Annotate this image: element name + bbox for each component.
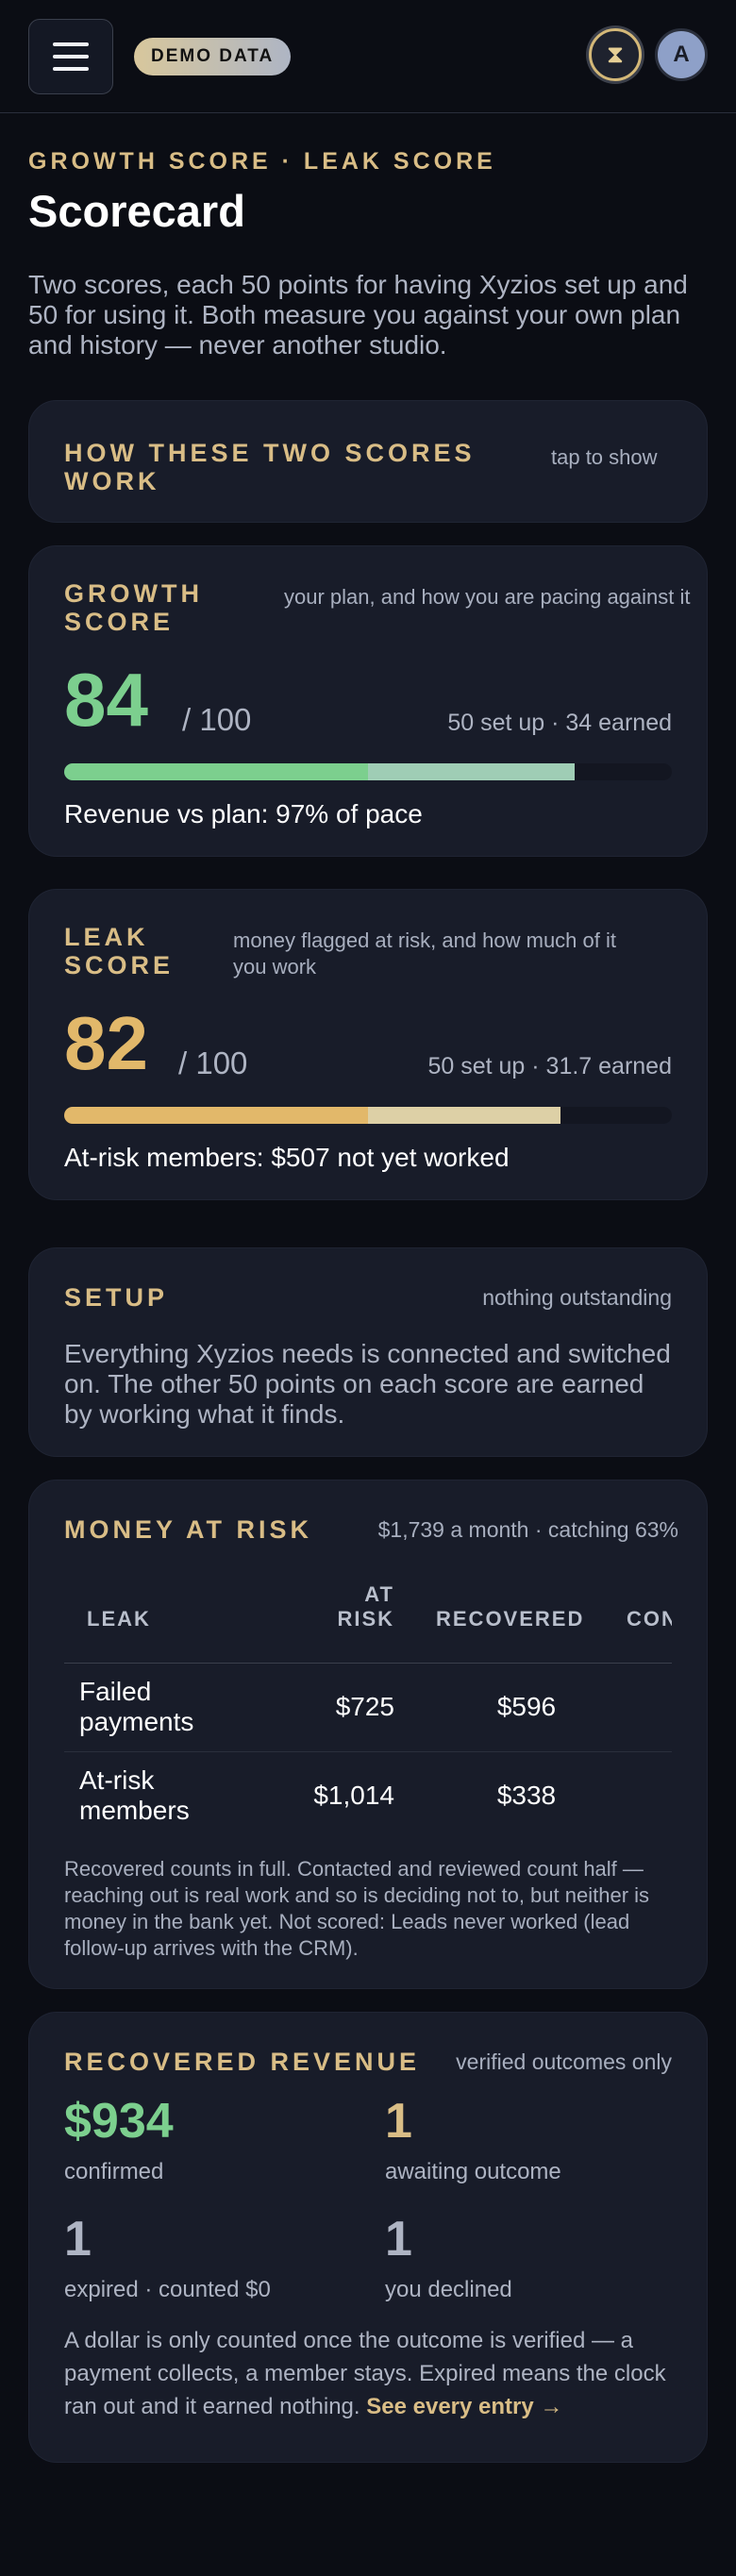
setup-hint: nothing outstanding: [482, 1285, 672, 1310]
at-risk-cell: $1,014: [313, 1781, 394, 1810]
leak-cell: At-risk members: [79, 1765, 190, 1825]
recovered-revenue-note: A dollar is only counted once the outcom…: [64, 2324, 677, 2423]
column-header-contacted: CON: [627, 1607, 672, 1631]
money-at-risk-hint: $1,739 a month · catching 63%: [377, 1517, 678, 1542]
leak-earned-segment: [368, 1107, 561, 1124]
confirmed-label: confirmed: [64, 2159, 164, 2184]
avatar[interactable]: A: [655, 28, 708, 81]
setup-label: SETUP: [64, 1283, 169, 1312]
recovered-cell: $338: [496, 1781, 557, 1810]
table-row: Failed payments $725 $596: [64, 1664, 672, 1752]
table-header: LEAK AT RISK RECOVERED CON: [64, 1575, 672, 1664]
confirmed-value: $934: [64, 2094, 174, 2149]
growth-score-out-of: / 100: [182, 702, 252, 737]
page-intro: Two scores, each 50 points for having Xy…: [28, 270, 688, 360]
growth-score-card: GROWTH SCORE your plan, and how you are …: [28, 545, 708, 857]
column-header-leak: LEAK: [87, 1607, 151, 1631]
recovered-cell: $596: [496, 1692, 557, 1721]
see-every-entry-link[interactable]: See every entry →: [366, 2394, 562, 2419]
menu-icon-line: [53, 54, 89, 59]
column-header-at-risk: AT RISK: [337, 1582, 394, 1631]
leak-setup-earned: 50 set up · 31.7 earned: [427, 1053, 672, 1079]
recovered-revenue-card: RECOVERED REVENUE verified outcomes only…: [28, 2012, 708, 2463]
setup-card: SETUP nothing outstanding Everything Xyz…: [28, 1247, 708, 1457]
money-at-risk-label: MONEY AT RISK: [64, 1515, 313, 1544]
setup-body: Everything Xyzios needs is connected and…: [64, 1339, 671, 1429]
growth-setup-earned: 50 set up · 34 earned: [447, 710, 672, 736]
leak-score-value: 82: [64, 1001, 148, 1085]
growth-score-detail: Revenue vs plan: 97% of pace: [64, 799, 423, 828]
how-scores-work-label: HOW THESE TWO SCORES WORK: [64, 439, 476, 495]
page-eyebrow: GROWTH SCORE · LEAK SCORE: [28, 148, 496, 175]
menu-icon-line: [53, 66, 89, 71]
growth-progress-bar: [64, 763, 672, 780]
leak-score-detail: At-risk members: $507 not yet worked: [64, 1143, 510, 1172]
growth-earned-segment: [368, 763, 575, 780]
awaiting-outcome-value: 1: [385, 2094, 412, 2149]
menu-icon-line: [53, 42, 89, 46]
money-at-risk-note: Recovered counts in full. Contacted and …: [64, 1857, 650, 1960]
hourglass-icon[interactable]: ⧗: [589, 28, 642, 81]
how-scores-work-card[interactable]: HOW THESE TWO SCORES WORK tap to show: [28, 400, 708, 523]
growth-setup-segment: [64, 763, 368, 780]
awaiting-outcome-label: awaiting outcome: [385, 2159, 561, 2184]
expired-value: 1: [64, 2212, 92, 2267]
menu-button[interactable]: [28, 18, 113, 94]
money-at-risk-table[interactable]: LEAK AT RISK RECOVERED CON Failed paymen…: [64, 1575, 672, 1839]
declined-label: you declined: [385, 2277, 512, 2302]
leak-cell: Failed payments: [79, 1677, 194, 1736]
top-bar: DEMO DATA ⧗ A: [0, 0, 736, 113]
leak-score-hint: money flagged at risk, and how much of i…: [233, 928, 616, 979]
growth-score-label: GROWTH SCORE: [64, 579, 203, 636]
table-row: At-risk members $1,014 $338: [64, 1752, 672, 1839]
demo-data-badge: DEMO DATA: [134, 37, 292, 75]
money-at-risk-card: MONEY AT RISK $1,739 a month · catching …: [28, 1480, 708, 1989]
growth-score-value: 84: [64, 658, 148, 742]
leak-setup-segment: [64, 1107, 368, 1124]
page-title: Scorecard: [28, 186, 245, 236]
leak-score-label: LEAK SCORE: [64, 923, 175, 979]
recovered-note-text: A dollar is only counted once the outcom…: [64, 2328, 666, 2419]
expired-label: expired · counted $0: [64, 2277, 271, 2302]
declined-value: 1: [385, 2212, 412, 2267]
at-risk-cell: $725: [335, 1692, 394, 1721]
tap-to-show-hint[interactable]: tap to show: [551, 444, 664, 471]
leak-progress-bar: [64, 1107, 672, 1124]
recovered-revenue-hint: verified outcomes only: [456, 2049, 672, 2074]
recovered-revenue-label: RECOVERED REVENUE: [64, 2048, 421, 2076]
leak-score-out-of: / 100: [178, 1045, 248, 1080]
growth-score-hint: your plan, and how you are pacing agains…: [284, 585, 691, 609]
column-header-recovered: RECOVERED: [436, 1607, 585, 1631]
leak-score-card: LEAK SCORE money flagged at risk, and ho…: [28, 889, 708, 1200]
